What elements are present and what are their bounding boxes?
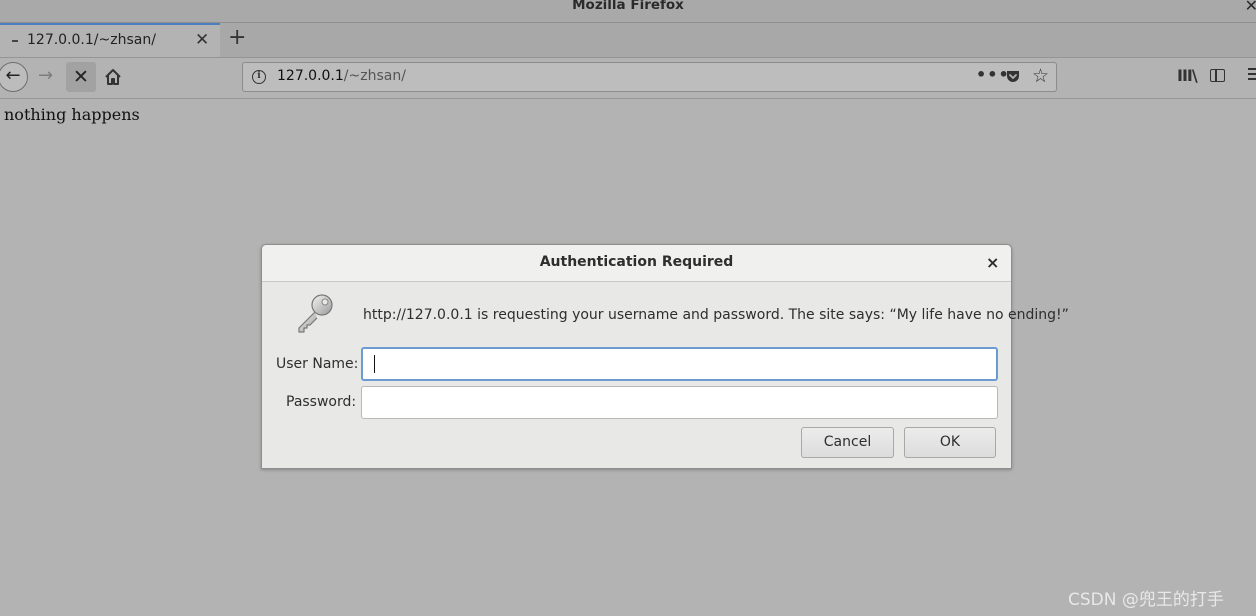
window-close-icon[interactable]: ✕ — [1245, 0, 1256, 15]
dialog-title: Authentication Required — [539, 254, 734, 270]
url-path: /~zhsan/ — [343, 68, 406, 84]
dialog-message: http://127.0.0.1 is requesting your user… — [363, 307, 1069, 323]
key-icon — [298, 294, 333, 333]
url-bar[interactable]: i 127.0.0.1/~zhsan/ ••• ☆ — [242, 62, 1057, 92]
pocket-icon[interactable] — [1005, 69, 1021, 85]
tab-strip: 127.0.0.1/~zhsan/ ✕ + — [0, 23, 1256, 58]
firefox-window: Mozilla Firefox ✕ 127.0.0.1/~zhsan/ ✕ + … — [0, 0, 1256, 616]
tab-loading-icon — [12, 40, 18, 42]
page-body-text: nothing happens — [4, 105, 140, 124]
ok-button[interactable]: OK — [904, 427, 996, 458]
dialog-header: Authentication Required × — [262, 245, 1011, 282]
stop-button[interactable]: ✕ — [66, 62, 96, 92]
tab-label: 127.0.0.1/~zhsan/ — [27, 32, 156, 48]
hamburger-menu-icon[interactable] — [1248, 68, 1256, 83]
bookmark-star-icon[interactable]: ☆ — [1032, 65, 1049, 87]
forward-button[interactable]: → — [38, 65, 53, 87]
password-input[interactable] — [361, 386, 998, 419]
home-icon[interactable] — [103, 67, 123, 87]
cancel-button[interactable]: Cancel — [801, 427, 894, 458]
window-title: Mozilla Firefox — [572, 0, 684, 13]
watermark: CSDN @兜王的打手 — [1068, 590, 1224, 610]
text-cursor — [374, 355, 375, 373]
password-label: Password: — [286, 394, 357, 410]
sidebar-icon[interactable] — [1210, 69, 1225, 82]
tab-close-icon[interactable]: ✕ — [195, 30, 209, 50]
title-bar: Mozilla Firefox ✕ — [0, 0, 1256, 23]
navigation-toolbar: ← → ✕ i 127.0.0.1/~zhsan/ ••• ☆ III\ — [0, 58, 1256, 99]
authentication-dialog: Authentication Required × http://127.0.0… — [261, 244, 1069, 469]
tab-active[interactable]: 127.0.0.1/~zhsan/ ✕ — [0, 23, 220, 57]
back-button[interactable]: ← — [0, 62, 28, 92]
url-text[interactable]: 127.0.0.1/~zhsan/ — [277, 68, 406, 84]
dialog-close-icon[interactable]: × — [986, 253, 999, 272]
username-input[interactable] — [361, 347, 998, 381]
library-icon[interactable]: III\ — [1177, 66, 1198, 85]
url-host: 127.0.0.1 — [277, 68, 344, 84]
info-icon[interactable]: i — [252, 70, 266, 84]
new-tab-button[interactable]: + — [228, 26, 246, 50]
username-label: User Name: — [276, 356, 359, 372]
